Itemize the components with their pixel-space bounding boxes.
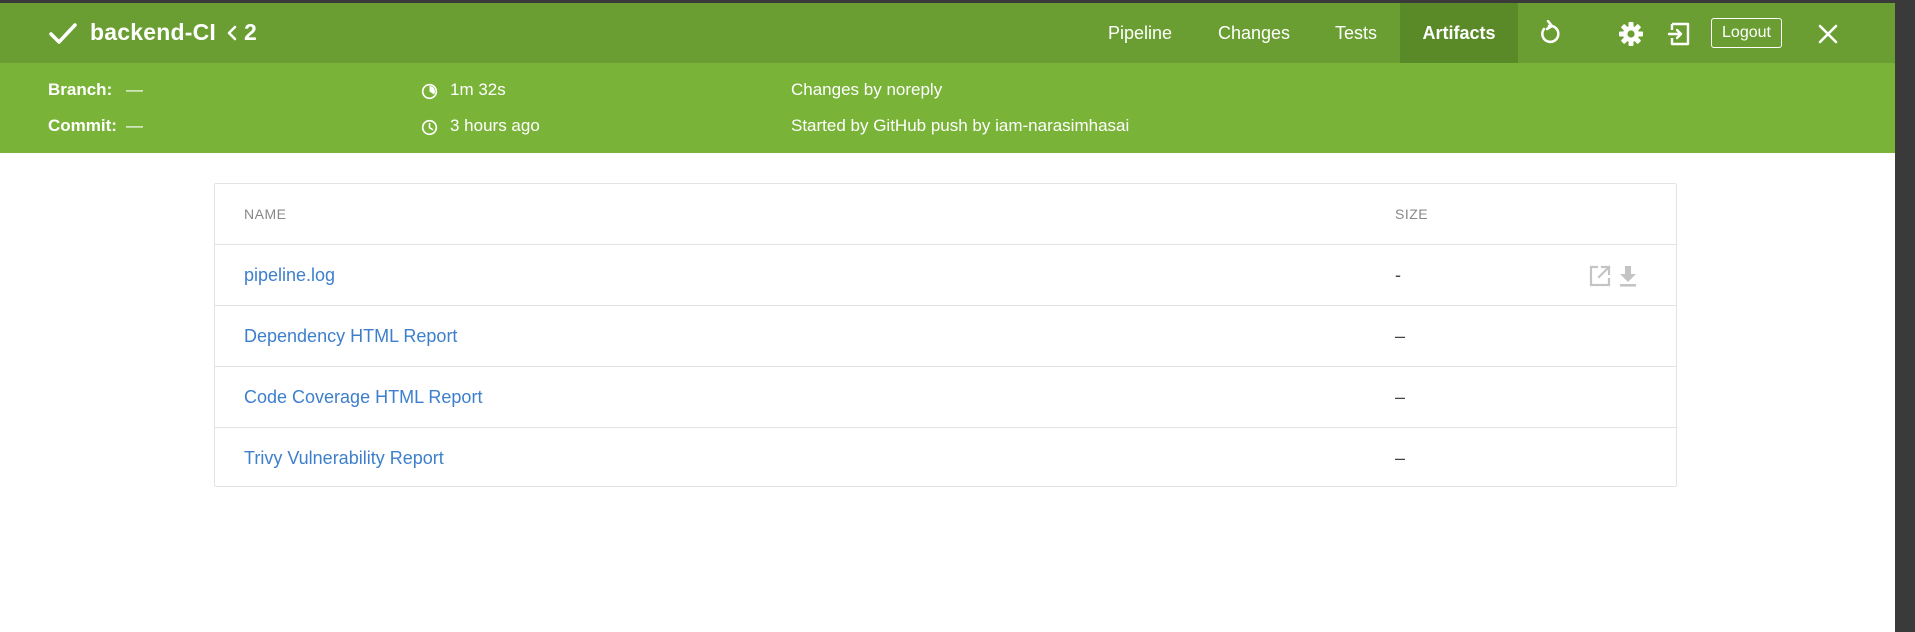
close-icon[interactable] (1814, 20, 1842, 48)
commit-row: Commit: — (48, 116, 143, 136)
open-external-icon[interactable] (1588, 264, 1612, 288)
run-info-bar: Branch: — Commit: — 1m 32s 3 hours ago C… (0, 63, 1895, 153)
pipeline-title: backend-CI 2 (90, 19, 257, 46)
column-header-name: NAME (244, 206, 287, 222)
window-top-edge (0, 0, 1915, 3)
time-ago: 3 hours ago (450, 116, 540, 135)
page: backend-CI 2 Pipeline Changes Tests Arti… (0, 0, 1895, 632)
artifact-size: - (1395, 265, 1401, 285)
logout-button[interactable]: Logout (1711, 18, 1782, 48)
branch-label: Branch: (48, 80, 113, 99)
top-header: backend-CI 2 Pipeline Changes Tests Arti… (0, 3, 1895, 63)
gear-icon[interactable] (1617, 20, 1645, 48)
exit-icon[interactable] (1666, 20, 1694, 48)
artifact-size: – (1395, 448, 1406, 468)
artifact-link[interactable]: Code Coverage HTML Report (244, 367, 482, 427)
run-number: 2 (243, 19, 257, 45)
duration: 1m 32s (450, 80, 506, 99)
artifact-link[interactable]: pipeline.log (244, 245, 335, 305)
commit-value: — (126, 116, 143, 135)
tab-pipeline[interactable]: Pipeline (1092, 3, 1188, 63)
pipeline-name[interactable]: backend-CI (90, 19, 216, 45)
artifact-link[interactable]: Trivy Vulnerability Report (244, 428, 444, 488)
branch-value: — (126, 80, 143, 99)
chevron-left-icon (226, 19, 238, 46)
artifact-size: – (1395, 387, 1406, 407)
changes-by: Changes by noreply (791, 80, 943, 99)
tab-tests[interactable]: Tests (1320, 3, 1392, 63)
table-row: Dependency HTML Report – (215, 305, 1676, 366)
table-row: Trivy Vulnerability Report – (215, 427, 1676, 488)
download-icon[interactable] (1616, 264, 1640, 288)
table-row: pipeline.log - (215, 244, 1676, 305)
duration-icon (421, 83, 438, 100)
artifact-link[interactable]: Dependency HTML Report (244, 306, 457, 366)
tab-changes[interactable]: Changes (1204, 3, 1304, 63)
rerun-icon[interactable] (1536, 20, 1564, 48)
started-by: Started by GitHub push by iam-narasimhas… (791, 116, 1130, 135)
table-header: NAME SIZE (215, 184, 1676, 245)
check-icon (49, 23, 77, 44)
commit-label: Commit: (48, 116, 117, 135)
clock-icon (421, 119, 438, 136)
branch-row: Branch: — (48, 80, 143, 100)
column-header-size: SIZE (1395, 206, 1429, 222)
tab-artifacts[interactable]: Artifacts (1400, 3, 1518, 63)
table-row: Code Coverage HTML Report – (215, 366, 1676, 427)
artifact-size: – (1395, 326, 1406, 346)
artifacts-table: NAME SIZE pipeline.log - Dependency HTML… (214, 183, 1677, 487)
